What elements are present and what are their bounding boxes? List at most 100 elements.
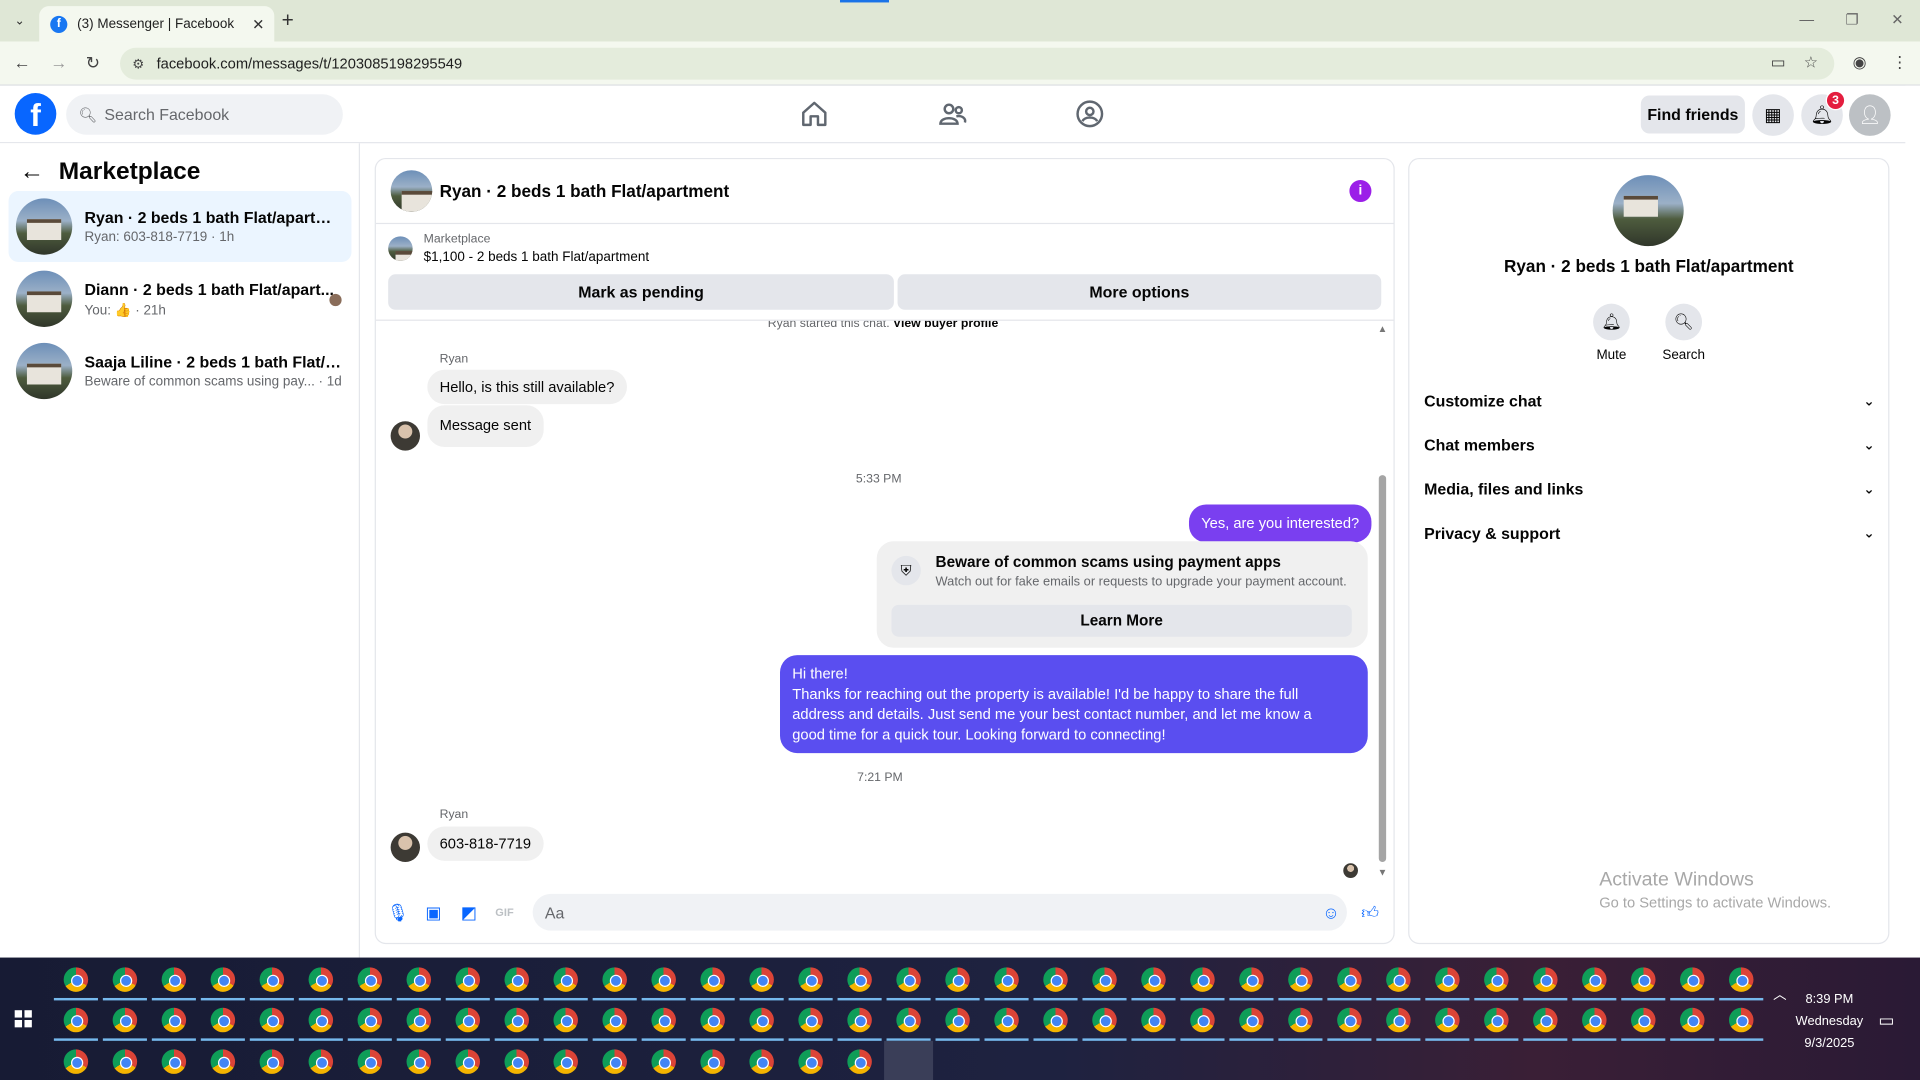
chrome-taskbar-icon[interactable] (63, 1007, 89, 1033)
bookmark-star-icon[interactable]: ☆ (1804, 53, 1818, 73)
chrome-taskbar-icon[interactable] (700, 967, 725, 992)
forward-icon[interactable]: → (50, 53, 67, 73)
chrome-taskbar-icon[interactable] (455, 967, 481, 992)
listing-thumbnail[interactable] (390, 170, 433, 212)
site-info-icon[interactable]: ⚙ (132, 56, 144, 72)
privacy-support-row[interactable]: Privacy & support ⌄ (1424, 514, 1875, 551)
profile-icon[interactable]: ◉ (1853, 53, 1867, 73)
chrome-taskbar-icon[interactable] (1043, 1007, 1068, 1033)
microphone-icon[interactable]: 🎙︎ (387, 901, 409, 923)
chrome-taskbar-icon[interactable] (1386, 1007, 1411, 1033)
chrome-taskbar-icon[interactable] (994, 967, 1019, 992)
chrome-taskbar-icon[interactable] (1337, 1007, 1362, 1033)
chat-scrollbar[interactable] (1378, 475, 1387, 863)
reload-icon[interactable]: ↻ (86, 53, 100, 74)
groups-icon[interactable] (1075, 99, 1104, 128)
chrome-taskbar-icon[interactable] (1288, 967, 1313, 992)
chrome-taskbar-icon[interactable] (651, 967, 676, 992)
chrome-taskbar-icon[interactable] (1728, 967, 1754, 992)
listing-summary[interactable]: Marketplace $1,100 - 2 beds 1 bath Flat/… (388, 233, 649, 264)
chrome-taskbar-icon[interactable] (553, 967, 578, 992)
chrome-taskbar-icon[interactable] (1190, 1007, 1215, 1033)
chrome-taskbar-icon[interactable] (210, 1007, 236, 1033)
chrome-taskbar-icon[interactable] (1190, 967, 1215, 992)
view-buyer-profile-link[interactable]: View buyer profile (893, 321, 998, 331)
chrome-taskbar-icon[interactable] (112, 1049, 138, 1074)
chrome-taskbar-icon[interactable] (1484, 1007, 1509, 1033)
chrome-taskbar-icon[interactable] (602, 1049, 627, 1074)
chrome-taskbar-icon[interactable] (210, 967, 236, 992)
chrome-taskbar-icon[interactable] (357, 967, 383, 992)
incoming-message[interactable]: 603-818-7719 (427, 826, 544, 861)
chrome-taskbar-icon[interactable] (1239, 967, 1264, 992)
photo-icon[interactable]: ▣ (422, 901, 444, 923)
back-icon[interactable]: ← (13, 53, 30, 73)
chrome-taskbar-icon[interactable] (1435, 1007, 1460, 1033)
chrome-taskbar-icon[interactable] (1239, 1007, 1264, 1033)
emoji-icon[interactable]: ☺ (1320, 901, 1342, 923)
chrome-taskbar-icon[interactable] (847, 1049, 872, 1074)
chrome-taskbar-icon[interactable] (504, 1007, 529, 1033)
chrome-taskbar-icon[interactable] (749, 1007, 774, 1033)
system-clock[interactable]: 8:39 PM Wednesday 9/3/2025 (1793, 988, 1866, 1054)
chrome-taskbar-icon[interactable] (1582, 967, 1607, 992)
show-hidden-icons-chevron-icon[interactable]: ︿ (1773, 984, 1786, 1004)
chrome-taskbar-icon[interactable] (1092, 967, 1117, 992)
chrome-taskbar-icon[interactable] (455, 1007, 481, 1033)
info-icon[interactable]: i (1349, 180, 1372, 203)
chrome-taskbar-icon[interactable] (602, 967, 627, 992)
sticker-icon[interactable]: ◩ (458, 901, 480, 923)
minimize-button[interactable]: — (1784, 0, 1829, 39)
chrome-taskbar-icon[interactable] (1631, 1007, 1656, 1033)
scroll-up-arrow-icon[interactable]: ▲ (1378, 323, 1388, 334)
mute-button[interactable]: 🔔︎ Mute (1575, 303, 1648, 362)
chrome-taskbar-icon[interactable] (308, 1007, 334, 1033)
scroll-down-arrow-icon[interactable]: ▼ (1378, 867, 1388, 878)
chrome-taskbar-icon[interactable] (161, 1049, 187, 1074)
chrome-taskbar-icon[interactable] (602, 1007, 627, 1033)
chrome-taskbar-icon[interactable] (896, 967, 921, 992)
chrome-taskbar-icon[interactable] (553, 1049, 578, 1074)
chrome-taskbar-icon[interactable] (1680, 967, 1705, 992)
chrome-taskbar-icon[interactable] (847, 1007, 872, 1033)
chrome-taskbar-icon[interactable] (357, 1007, 383, 1033)
page-scrollbar[interactable] (1905, 85, 1920, 958)
chrome-taskbar-icon[interactable] (63, 967, 89, 992)
new-tab-button[interactable]: + (282, 9, 294, 33)
chrome-taskbar-icon[interactable] (553, 1007, 578, 1033)
thumbs-up-icon[interactable]: 👍︎ (1359, 901, 1381, 923)
back-arrow-icon[interactable]: ← (20, 158, 44, 186)
chrome-taskbar-icon[interactable] (1288, 1007, 1313, 1033)
chrome-taskbar-icon[interactable] (945, 967, 970, 992)
conversation-item[interactable]: Saaja Liline · 2 beds 1 bath Flat/ap... … (9, 336, 352, 407)
gif-icon[interactable]: GIF (493, 901, 515, 923)
browser-menu-icon[interactable]: ⋮ (1892, 53, 1908, 73)
incoming-message[interactable]: Hello, is this still available? (427, 369, 627, 405)
chrome-taskbar-icon[interactable] (161, 1007, 187, 1033)
search-input[interactable]: 🔍︎ Search Facebook (66, 94, 343, 135)
chrome-taskbar-icon[interactable] (749, 967, 774, 992)
chrome-taskbar-icon[interactable] (259, 1049, 285, 1074)
more-options-button[interactable]: More options (897, 274, 1382, 310)
close-window-button[interactable]: ✕ (1875, 0, 1920, 39)
conversation-item[interactable]: Ryan · 2 beds 1 bath Flat/apartment Ryan… (8, 191, 352, 263)
customize-chat-row[interactable]: Customize chat ⌄ (1424, 382, 1875, 419)
find-friends-button[interactable]: Find friends (1640, 95, 1745, 134)
chrome-taskbar-icon[interactable] (1043, 967, 1068, 992)
friends-icon[interactable] (938, 99, 967, 128)
mark-as-pending-button[interactable]: Mark as pending (388, 274, 894, 310)
chrome-taskbar-icon[interactable] (798, 967, 823, 992)
menu-grid-icon[interactable]: ▦ (1752, 94, 1794, 136)
url-field[interactable]: ⚙ facebook.com/messages/t/12030851982955… (120, 47, 1835, 80)
sender-avatar[interactable] (390, 832, 421, 863)
chrome-taskbar-icon[interactable] (700, 1007, 725, 1033)
chrome-taskbar-icon[interactable] (406, 1049, 432, 1074)
chrome-taskbar-icon[interactable] (112, 1007, 138, 1033)
chrome-taskbar-icon[interactable] (406, 1007, 432, 1033)
chrome-taskbar-icon[interactable] (1582, 1007, 1607, 1033)
chrome-taskbar-icon[interactable] (1533, 967, 1558, 992)
chrome-taskbar-icon[interactable] (1484, 967, 1509, 992)
chrome-taskbar-icon[interactable] (749, 1049, 774, 1074)
sender-avatar[interactable] (390, 421, 421, 451)
facebook-logo-icon[interactable]: f (14, 93, 57, 135)
